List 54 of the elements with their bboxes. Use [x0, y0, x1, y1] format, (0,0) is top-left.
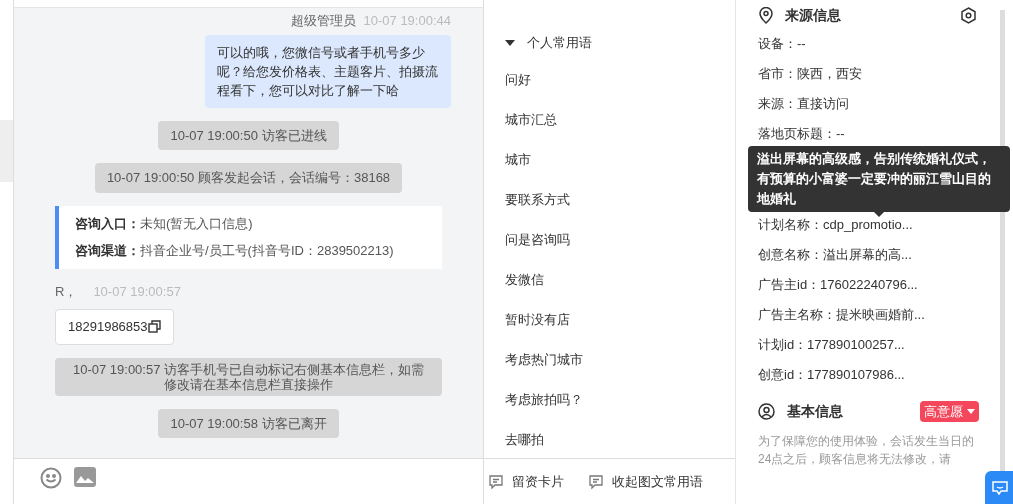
image-icon[interactable] — [74, 467, 96, 487]
source-field: 计划id：177890100257... — [758, 335, 905, 355]
phrase-item[interactable]: 问是咨询吗 — [505, 229, 735, 250]
section-title: 来源信息 — [785, 5, 842, 25]
caret-icon — [967, 409, 975, 414]
info-label: 咨询渠道： — [75, 242, 140, 260]
source-field: 落地页标题：-- — [758, 124, 845, 144]
source-field: 广告主名称：提米映画婚前... — [758, 305, 925, 325]
info-label: 咨询入口： — [75, 214, 140, 233]
section-title: 基本信息 — [787, 402, 844, 421]
source-field: 计划名称：cdp_promotio... — [758, 215, 913, 235]
sender-name: R， — [55, 282, 78, 301]
user-icon — [758, 403, 775, 420]
source-field: 来源：直接访问 — [758, 94, 849, 114]
info-value: 抖音企业号/员工号(抖音号ID：2839502213) — [140, 242, 394, 260]
phrase-item[interactable]: 发微信 — [505, 269, 735, 290]
phrase-item[interactable]: 城市 — [505, 149, 735, 170]
tooltip: 溢出屏幕的高级感，告别传统婚礼仪式，有预算的小富婆一定要冲的丽江雪山目的地婚礼 — [748, 146, 1010, 212]
phrase-item[interactable]: 考虑热门城市 — [505, 349, 735, 370]
system-message: 10-07 19:00:50 顾客发起会话，会话编号：38168 — [94, 163, 403, 193]
phrase-group-header[interactable]: 个人常用语 — [505, 33, 735, 53]
message-bubble: 可以的哦，您微信号或者手机号多少呢？给您发价格表、主题客片、拍摄流程看下，您可以对比了解一下哈 — [205, 34, 451, 108]
message-time: 10-07 19:00:44 — [363, 12, 451, 30]
phrase-item[interactable]: 考虑旅拍吗？ — [505, 389, 735, 410]
system-message: 10-07 19:00:50 访客已进线 — [158, 120, 339, 150]
source-field: 广告主id：176022240796... — [758, 275, 918, 295]
source-field: 设备：-- — [758, 34, 806, 54]
chat-support-button[interactable] — [985, 471, 1013, 504]
intent-dropdown[interactable]: 高意愿 — [920, 401, 979, 422]
comment-icon — [488, 473, 504, 490]
settings-icon[interactable] — [960, 6, 977, 24]
phrase-item[interactable]: 问好 — [505, 69, 735, 90]
system-message: 10-07 19:00:57 访客手机号已自动标记右侧基本信息栏，如需修改请在基本信息栏直接操作 — [55, 357, 442, 396]
emoji-icon[interactable] — [40, 467, 62, 489]
phrase-item[interactable]: 要联系方式 — [505, 189, 735, 210]
message-bubble: 18291986853 — [55, 309, 174, 345]
comment-icon — [588, 473, 604, 490]
location-pin-icon — [759, 6, 773, 24]
tooltip-arrow — [874, 212, 884, 217]
phrase-action-button[interactable]: 收起图文常用语 — [588, 471, 703, 492]
copy-icon[interactable] — [147, 320, 161, 334]
info-note: 为了保障您的使用体验，会话发生当日的24点之后，顾客信息将无法修改，请 — [758, 433, 975, 468]
info-value: 未知(暂无入口信息) — [140, 214, 253, 233]
phrase-item[interactable]: 暂时没有店 — [505, 309, 735, 330]
message-time: 10-07 19:00:57 — [93, 282, 181, 301]
system-message: 10-07 19:00:58 访客已离开 — [158, 408, 339, 438]
source-field: 省市：陕西，西安 — [758, 64, 862, 84]
sender-name: 超级管理员 — [290, 12, 356, 30]
phrase-item[interactable]: 去哪拍 — [505, 429, 735, 450]
phrase-action-button[interactable]: 留资卡片 — [488, 471, 564, 492]
phrase-item[interactable]: 城市汇总 — [505, 109, 735, 130]
source-field: 创意id：177890107986... — [758, 365, 905, 385]
source-field: 创意名称：溢出屏幕的高... — [758, 245, 912, 265]
chat-icon — [992, 480, 1008, 495]
